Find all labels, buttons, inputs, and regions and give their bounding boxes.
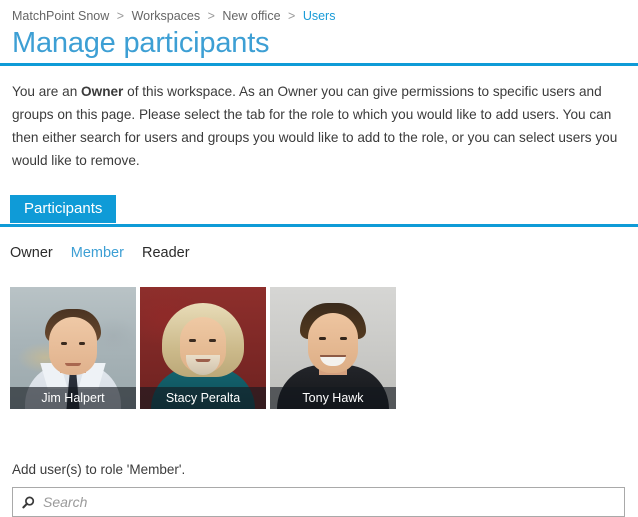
participant-card[interactable]: Tony Hawk — [270, 287, 396, 409]
search-input[interactable] — [39, 489, 624, 515]
page-title: Manage participants — [12, 27, 270, 59]
breadcrumb-item-1[interactable]: Workspaces — [132, 9, 201, 23]
participant-name: Stacy Peralta — [140, 387, 266, 409]
intro-text-lead: You are an — [12, 84, 82, 99]
search-box[interactable] — [12, 487, 625, 517]
breadcrumb-item-users[interactable]: Users — [303, 9, 336, 23]
intro-role-emphasis: Owner — [81, 84, 124, 99]
participant-name: Tony Hawk — [270, 387, 396, 409]
breadcrumb-separator: > — [207, 9, 215, 23]
tab-bar: Participants — [0, 195, 638, 227]
tab-underline — [0, 224, 638, 227]
role-link-owner[interactable]: Owner — [10, 243, 53, 263]
intro-paragraph: You are an Owner of this workspace. As a… — [12, 80, 626, 172]
participant-card-list: Jim Halpert Stacy Peralta Tony Hawk — [10, 287, 638, 409]
role-link-member[interactable]: Member — [71, 243, 124, 263]
role-link-reader[interactable]: Reader — [142, 243, 190, 263]
participant-card[interactable]: Stacy Peralta — [140, 287, 266, 409]
participant-name: Jim Halpert — [10, 387, 136, 409]
breadcrumb-item-0[interactable]: MatchPoint Snow — [12, 9, 109, 23]
title-divider — [0, 63, 638, 66]
breadcrumb-item-2[interactable]: New office — [222, 9, 280, 23]
search-icon — [17, 496, 39, 509]
add-user-label: Add user(s) to role 'Member'. — [12, 462, 186, 477]
breadcrumb: MatchPoint Snow > Workspaces > New offic… — [0, 0, 638, 24]
breadcrumb-separator: > — [288, 9, 296, 23]
role-selector: Owner Member Reader — [10, 243, 638, 263]
participant-card[interactable]: Jim Halpert — [10, 287, 136, 409]
tab-participants[interactable]: Participants — [10, 195, 117, 223]
breadcrumb-separator: > — [116, 9, 125, 23]
